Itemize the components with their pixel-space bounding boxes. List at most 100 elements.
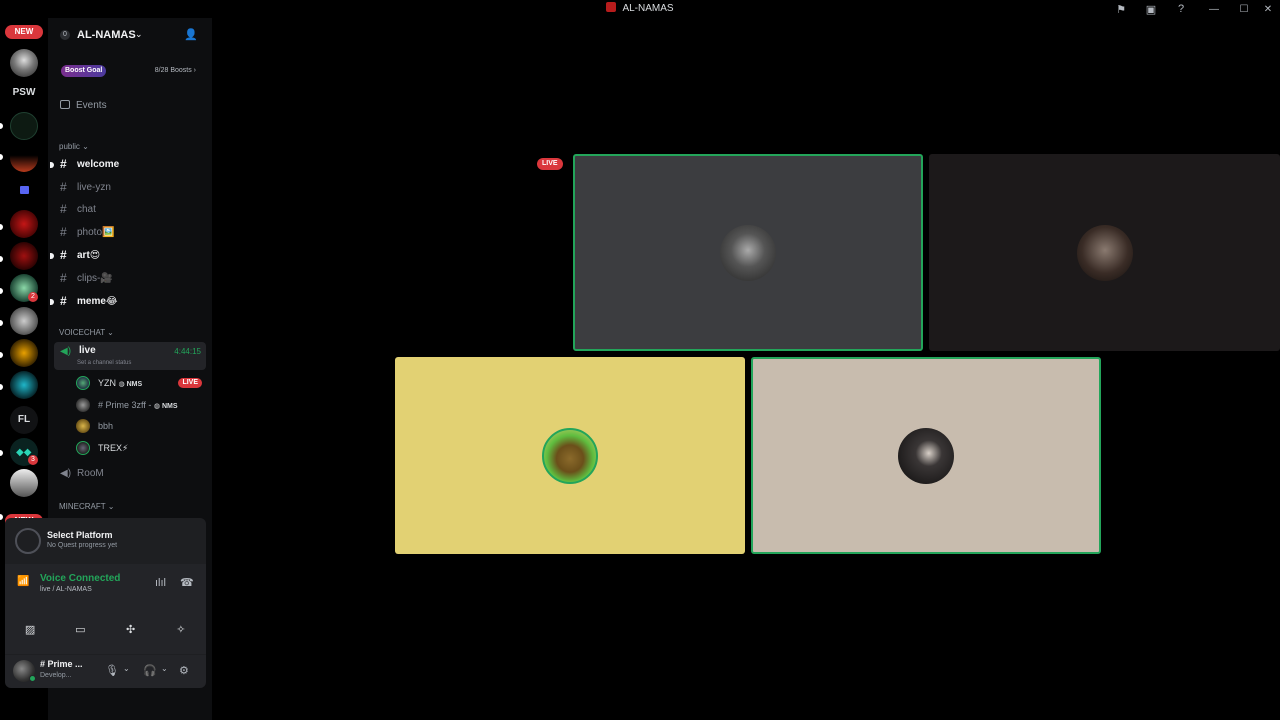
voice-channel-live[interactable]: ◀) live 4:44:15 Set a channel status bbox=[54, 342, 206, 370]
camera-off-icon[interactable]: ▨ bbox=[10, 618, 50, 642]
participant-tile-3[interactable] bbox=[395, 357, 745, 554]
screen-share-icon[interactable]: ▭ bbox=[60, 618, 100, 642]
headphones-icon[interactable]: 🎧 bbox=[143, 664, 157, 677]
window-title: AL-NAMAS bbox=[0, 2, 1280, 14]
calendar-icon bbox=[60, 100, 70, 109]
user-name[interactable]: # Prime ... bbox=[40, 659, 83, 669]
folder-icon bbox=[20, 186, 29, 194]
noise-suppression-icon[interactable]: ılıl bbox=[155, 577, 166, 589]
nms-tag: ◍ NMS bbox=[118, 381, 143, 388]
voice-action-buttons: ▨ ▭ ✣ ✧ bbox=[5, 618, 206, 644]
quest-panel[interactable]: Select Platform No Quest progress yet bbox=[5, 518, 206, 564]
server-icon-red-2[interactable] bbox=[10, 242, 38, 270]
avatar bbox=[76, 419, 90, 433]
chevron-down-icon[interactable]: ⌄ bbox=[123, 664, 130, 673]
participant-tile-1[interactable] bbox=[573, 154, 923, 351]
nms-tag-text: NMS bbox=[161, 403, 178, 410]
hash-icon: # bbox=[60, 157, 67, 171]
server-icon-fl[interactable]: FL bbox=[10, 406, 38, 434]
nms-tag-text: NMS bbox=[126, 381, 143, 388]
participant-tile-2[interactable] bbox=[929, 154, 1280, 351]
server-icon-gold[interactable] bbox=[10, 339, 38, 367]
category-public-label: public bbox=[59, 142, 80, 151]
avatar bbox=[76, 441, 90, 455]
participant-tile-4[interactable] bbox=[751, 357, 1101, 554]
channel-name: clips-🎥 bbox=[77, 273, 113, 284]
online-status-icon bbox=[29, 675, 36, 682]
voice-user-yzn[interactable]: YZN ◍ NMS LIVE bbox=[76, 375, 206, 393]
channel-live-yzn[interactable]: # live-yzn bbox=[54, 178, 206, 198]
unread-pill bbox=[0, 224, 3, 230]
category-voicechat[interactable]: VOICECHAT ⌄ bbox=[59, 328, 114, 337]
title-bar: AL-NAMAS ⚑ ▣ ? — ☐ ✕ bbox=[0, 0, 1280, 18]
chevron-down-icon[interactable]: ⌄ bbox=[161, 664, 168, 673]
voice-user-bbh[interactable]: bbh bbox=[76, 418, 206, 436]
category-public[interactable]: public ⌄ bbox=[59, 142, 89, 151]
voice-connected-title[interactable]: Voice Connected bbox=[40, 573, 120, 584]
channel-art[interactable]: # art😍 bbox=[50, 246, 206, 266]
avatar bbox=[720, 224, 776, 281]
chevron-down-icon: ⌄ bbox=[135, 29, 143, 39]
channel-status-input[interactable]: Set a channel status bbox=[77, 360, 131, 366]
voice-user-name: # Prime 3zff - ◍ NMS bbox=[98, 400, 178, 410]
boost-goal[interactable]: Boost Goal 8/28 Boosts › bbox=[56, 62, 204, 80]
channel-photo[interactable]: # photo🖼️ bbox=[54, 223, 206, 243]
avatar bbox=[542, 427, 598, 484]
minimize-button[interactable]: — bbox=[1196, 4, 1232, 15]
server-icon-green-bolt[interactable] bbox=[10, 112, 38, 140]
server-name: AL-NAMAS bbox=[77, 29, 136, 41]
voice-channel-name: live bbox=[79, 345, 96, 356]
soundboard-icon[interactable]: ✧ bbox=[161, 618, 201, 642]
inbox-icon[interactable]: ▣ bbox=[1136, 3, 1166, 16]
app-logo-icon bbox=[606, 2, 617, 12]
server-icon-red-1[interactable] bbox=[10, 210, 38, 238]
category-voicechat-label: VOICECHAT bbox=[59, 328, 105, 337]
server-header[interactable]: 0 AL-NAMAS ⌄ 👤 bbox=[48, 18, 212, 52]
server-folder[interactable] bbox=[10, 176, 38, 204]
server-icon-photo[interactable] bbox=[10, 469, 38, 497]
channel-chat[interactable]: # chat bbox=[54, 200, 206, 220]
voice-user-trex[interactable]: TREX⚡ bbox=[76, 440, 206, 458]
hash-icon: # bbox=[60, 180, 67, 194]
channel-meme[interactable]: # meme😂 bbox=[50, 292, 206, 312]
unread-dot bbox=[50, 299, 54, 305]
microphone-icon[interactable]: 🎙 bbox=[105, 664, 119, 677]
gear-icon[interactable]: ⚙ bbox=[179, 664, 189, 677]
voice-user-name-text: YZN bbox=[98, 378, 116, 388]
voice-channel-room[interactable]: ◀) RooM bbox=[60, 468, 104, 479]
activities-icon[interactable]: ✣ bbox=[111, 618, 151, 642]
live-badge: LIVE bbox=[178, 378, 202, 388]
unread-dot bbox=[50, 253, 54, 259]
server-icon-profile[interactable] bbox=[10, 49, 38, 77]
voice-connected-subtitle[interactable]: live / AL-NAMAS bbox=[40, 586, 92, 593]
channel-welcome[interactable]: # welcome bbox=[50, 155, 206, 175]
disconnect-icon[interactable]: ☎ bbox=[180, 576, 194, 589]
boost-count-text: 8/28 Boosts bbox=[154, 67, 192, 74]
unread-pill bbox=[0, 320, 3, 326]
add-user-icon[interactable]: 👤 bbox=[184, 28, 198, 42]
unread-pill bbox=[0, 123, 3, 129]
speaker-icon: ◀) bbox=[60, 346, 72, 357]
nms-tag: ◍ NMS bbox=[153, 403, 178, 410]
stage-live-badge: LIVE bbox=[537, 158, 563, 170]
channel-name: art😍 bbox=[77, 250, 101, 261]
flag-icon[interactable]: ⚑ bbox=[1106, 3, 1136, 16]
server-icon-psw[interactable]: PSW bbox=[10, 87, 38, 98]
hash-icon: # bbox=[60, 271, 67, 285]
events-item[interactable]: Events bbox=[60, 100, 107, 111]
channel-name: welcome bbox=[77, 159, 120, 170]
category-minecraft[interactable]: MINECRAFT ⌄ bbox=[59, 502, 114, 511]
server-icon-gray[interactable] bbox=[10, 307, 38, 335]
server-icon-store[interactable] bbox=[10, 144, 38, 172]
avatar bbox=[76, 376, 90, 390]
close-button[interactable]: ✕ bbox=[1256, 4, 1280, 15]
unread-pill bbox=[0, 154, 3, 160]
window-title-text: AL-NAMAS bbox=[622, 3, 674, 14]
channel-name: meme😂 bbox=[77, 296, 118, 307]
voice-user-prime[interactable]: # Prime 3zff - ◍ NMS bbox=[76, 397, 206, 415]
help-icon[interactable]: ? bbox=[1166, 3, 1196, 15]
server-icon-teal[interactable] bbox=[10, 371, 38, 399]
signal-icon[interactable]: 📶 bbox=[17, 576, 29, 587]
channel-clips[interactable]: # clips-🎥 bbox=[54, 269, 206, 289]
maximize-button[interactable]: ☐ bbox=[1232, 4, 1256, 15]
